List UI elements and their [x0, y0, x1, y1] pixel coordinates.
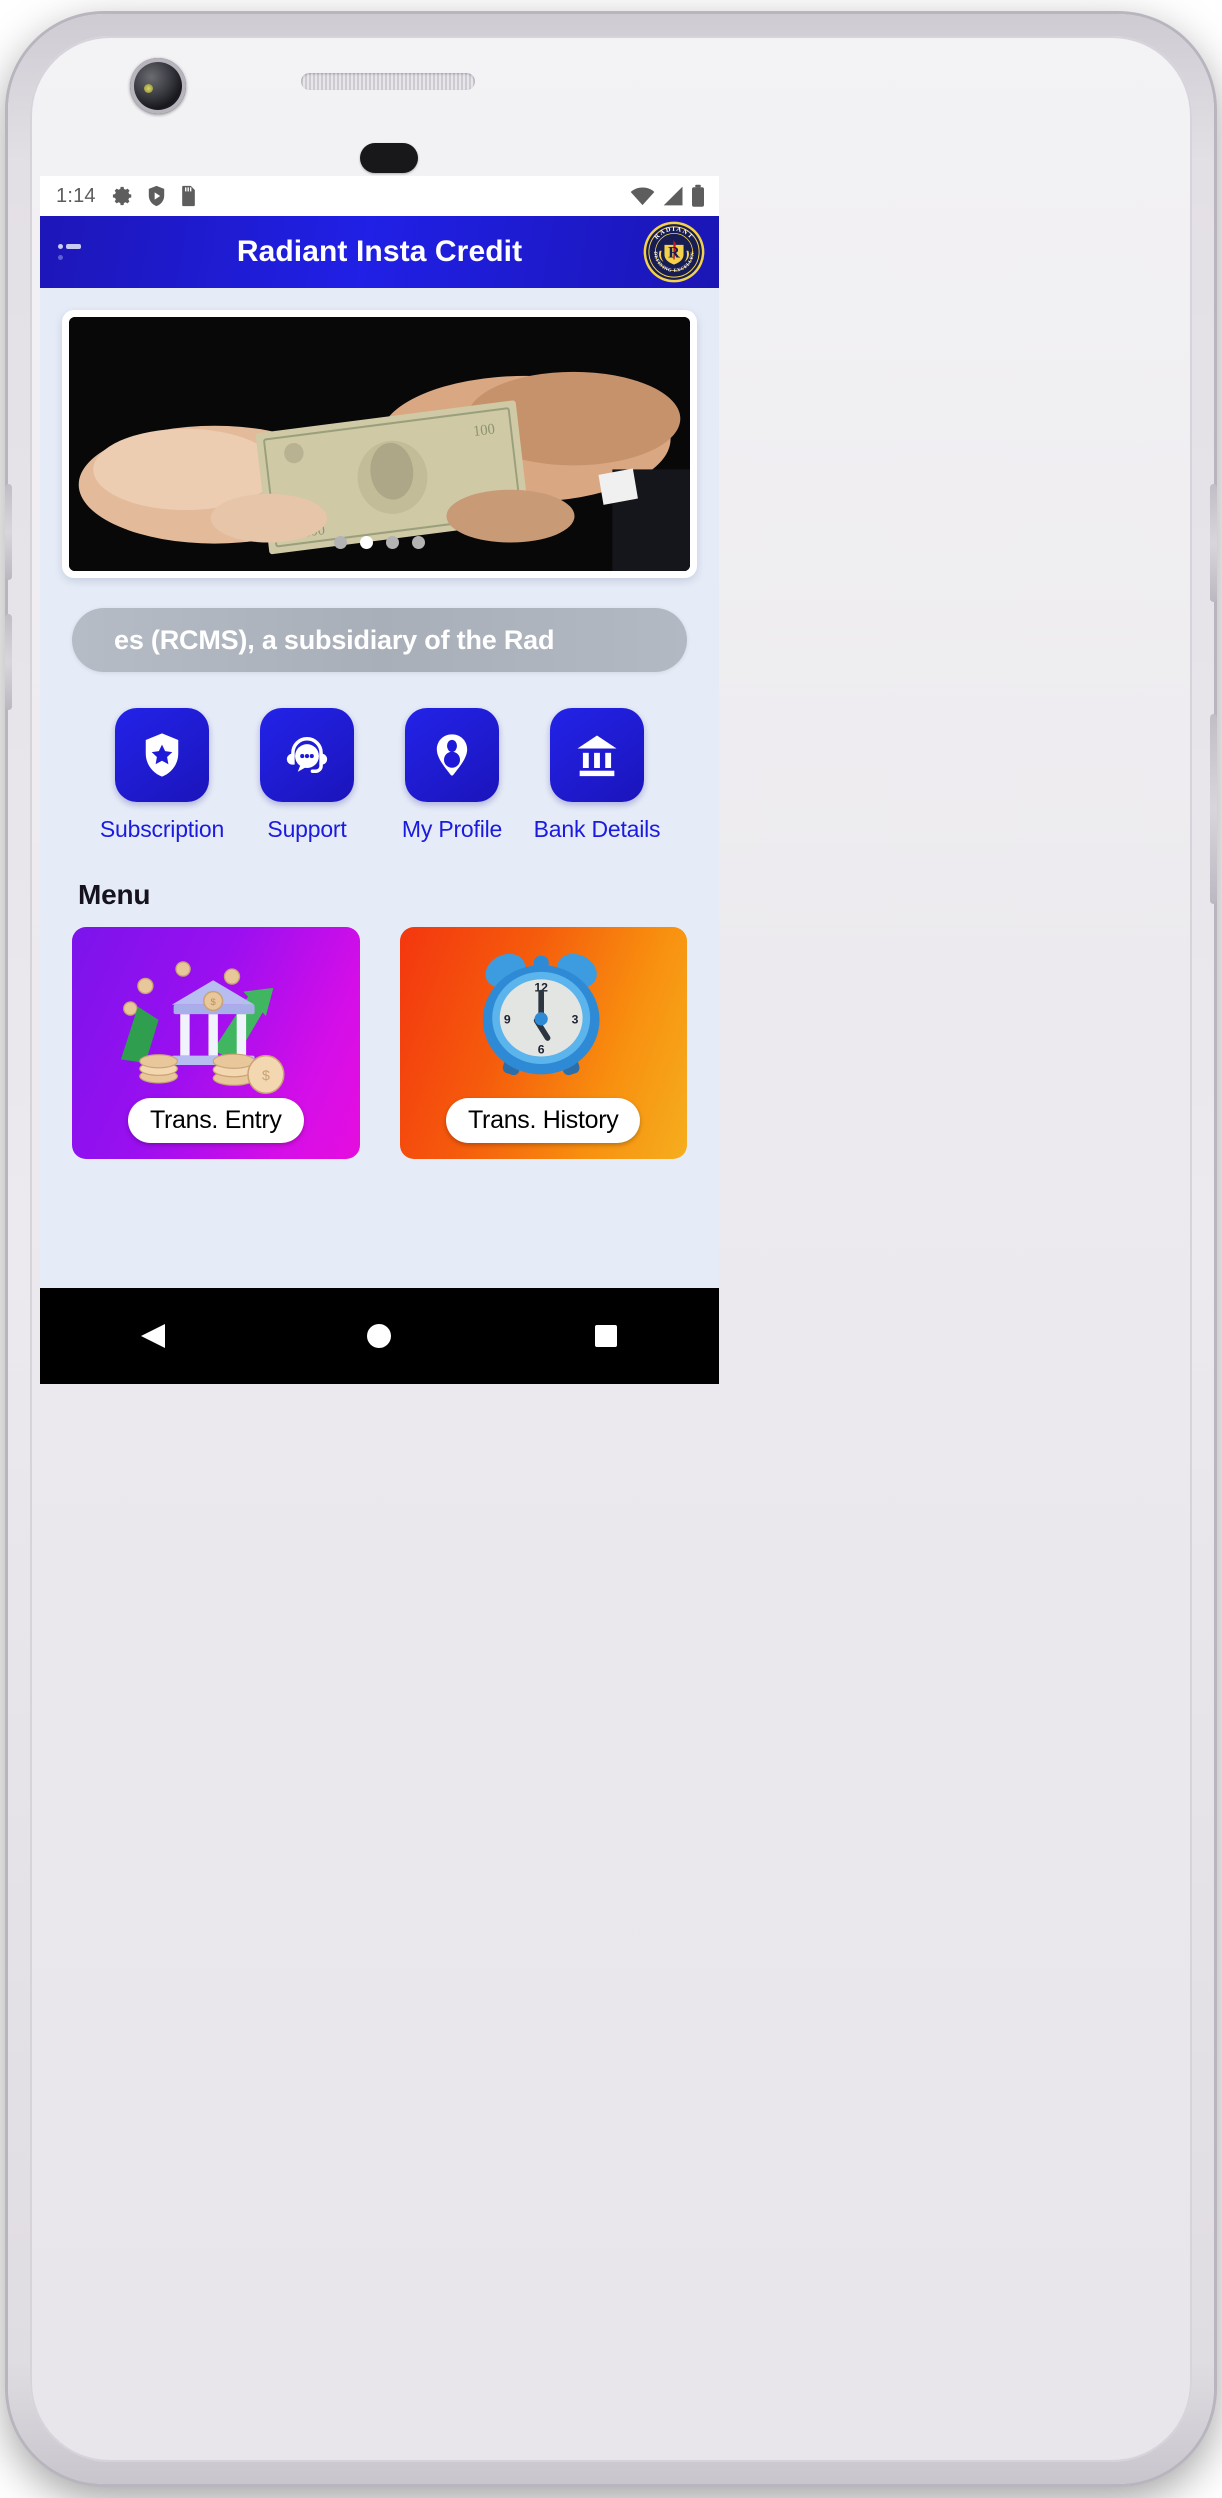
quick-action-label: Bank Details — [533, 816, 661, 842]
quick-action-label: My Profile — [401, 816, 503, 842]
quick-action-subscription[interactable]: Subscription — [96, 708, 228, 843]
bank-details-tile[interactable] — [550, 708, 644, 802]
radiant-brand-logo-icon: RADIANT REDEFINING EXCELLENCE R — [643, 221, 705, 283]
left-side-button-upper[interactable] — [5, 484, 12, 580]
menu-card-label[interactable]: Trans. History — [446, 1098, 641, 1143]
headset-chat-icon — [286, 737, 328, 773]
carousel-dot-4[interactable] — [412, 536, 425, 549]
bank-building-icon — [577, 735, 617, 777]
menu-section-heading: Menu — [78, 879, 151, 910]
money-exchange-illustration: 100 100 — [69, 317, 690, 571]
page-title: Radiant Insta Credit — [236, 235, 523, 268]
carousel-dot-2[interactable] — [360, 536, 373, 549]
recents-square-icon — [594, 1325, 617, 1347]
quick-action-label: Subscription — [99, 816, 225, 842]
shield-play-icon — [148, 185, 164, 207]
svg-text:$: $ — [262, 1067, 270, 1083]
alarm-clock-illustration: 12 3 6 9 — [482, 953, 600, 1076]
menu-card-trans-history[interactable]: 12 3 6 9 Trans. History — [399, 927, 687, 1159]
list-menu-icon[interactable] — [58, 241, 84, 263]
quick-actions-row: Subscription Support My Profile Bank Det… — [96, 708, 663, 843]
my-profile-tile[interactable] — [405, 708, 499, 802]
bank-coins-growth-illustration: $ $ — [120, 961, 285, 1094]
marquee-text: es (RCMS), a subsidiary of the Rad — [114, 624, 555, 655]
wifi-icon — [630, 187, 655, 206]
support-tile[interactable] — [260, 708, 354, 802]
quick-action-support[interactable]: Support — [241, 708, 373, 843]
gear-icon — [112, 186, 131, 206]
back-triangle-icon — [141, 1324, 166, 1348]
svg-text:100: 100 — [472, 421, 496, 440]
cellular-signal-icon — [663, 186, 683, 206]
quick-action-label: Support — [267, 816, 347, 842]
menu-cards-grid: $ $ Trans. Entry 12 3 6 9 Trans. History — [72, 927, 687, 1159]
android-navigation-bar — [40, 1288, 719, 1384]
shield-star-icon — [145, 733, 179, 777]
svg-text:R: R — [668, 245, 680, 262]
status-bar-left-icons — [112, 185, 196, 207]
volume-button[interactable] — [1210, 484, 1217, 602]
battery-icon — [692, 184, 704, 207]
svg-text:3: 3 — [571, 1013, 578, 1027]
front-camera-icon — [130, 58, 186, 114]
status-bar-right-icons — [630, 184, 705, 208]
sensor-pill-icon — [360, 143, 418, 173]
quick-action-my-profile[interactable]: My Profile — [386, 708, 518, 843]
left-side-button-lower[interactable] — [5, 614, 12, 710]
power-button[interactable] — [1210, 714, 1217, 904]
menu-card-trans-entry[interactable]: $ $ Trans. Entry — [72, 927, 360, 1159]
home-button[interactable] — [334, 1306, 424, 1366]
carousel-dots[interactable] — [69, 536, 690, 549]
subscription-tile[interactable] — [115, 708, 209, 802]
app-bar: Radiant Insta Credit RADIANT REDEFINING … — [40, 216, 719, 288]
phone-screen: 1:14 Radiant Insta Credit RADIANT DEFINI… — [40, 176, 719, 1384]
person-pin-icon — [436, 734, 468, 776]
carousel-dot-3[interactable] — [386, 536, 399, 549]
announcement-marquee: es (RCMS), a subsidiary of the Rad — [72, 608, 687, 672]
status-bar-time: 1:14 — [56, 184, 96, 207]
carousel-dot-1[interactable] — [334, 536, 347, 549]
menu-card-label[interactable]: Trans. Entry — [127, 1098, 304, 1143]
promo-carousel[interactable]: 100 100 — [62, 310, 697, 578]
carousel-image: 100 100 — [69, 317, 690, 571]
home-circle-icon — [367, 1324, 392, 1348]
status-bar: 1:14 — [40, 176, 719, 216]
main-content: 100 100 es (RCMS), a subsidiary of the R… — [40, 310, 719, 1310]
svg-text:$: $ — [211, 996, 217, 1007]
sd-card-icon — [181, 185, 195, 207]
back-button[interactable] — [108, 1306, 198, 1366]
earpiece-speaker-icon — [301, 73, 475, 90]
quick-action-bank-details[interactable]: Bank Details — [531, 708, 663, 843]
svg-text:9: 9 — [503, 1013, 510, 1027]
svg-text:6: 6 — [537, 1043, 544, 1057]
recents-button[interactable] — [561, 1306, 651, 1366]
